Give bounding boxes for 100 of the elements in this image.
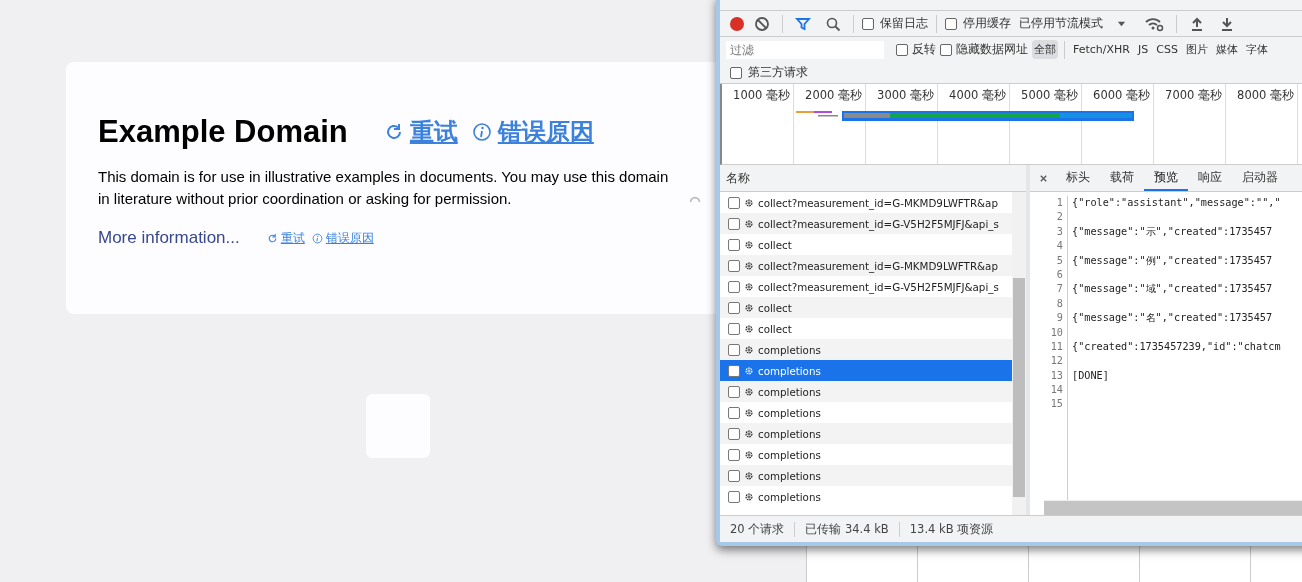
- scrollbar[interactable]: [1012, 192, 1026, 515]
- time-tick-label: 7000 毫秒: [1165, 88, 1222, 102]
- scrollbar[interactable]: [1044, 500, 1302, 515]
- request-row[interactable]: completions: [720, 360, 1012, 381]
- gear-icon: [744, 260, 754, 271]
- type-filter-button[interactable]: 媒体: [1213, 40, 1240, 59]
- request-name: collect?measurement_id=G-MKMD9LWFTR&ap: [758, 259, 998, 272]
- gear-icon: [744, 428, 754, 439]
- caret-icon[interactable]: [1117, 19, 1126, 28]
- time-tick-label: 2000 毫秒: [805, 88, 862, 102]
- checkbox[interactable]: [728, 196, 740, 209]
- checkbox[interactable]: [728, 448, 740, 461]
- type-filter-button[interactable]: 全部: [1032, 40, 1058, 59]
- code-line: {"message":"例","created":1735457: [1072, 254, 1273, 266]
- gear-icon: [744, 386, 754, 397]
- type-filter-button[interactable]: 字体: [1243, 40, 1270, 59]
- request-name: collect?measurement_id=G-V5H2F5MJFJ&api_s: [758, 217, 999, 230]
- gear-icon: [744, 470, 754, 481]
- request-row[interactable]: collect?measurement_id=G-V5H2F5MJFJ&api_s: [720, 213, 1012, 234]
- line-number: 15: [1049, 397, 1063, 412]
- checkbox[interactable]: [940, 43, 952, 56]
- request-name: completions: [758, 385, 821, 398]
- type-filter-button[interactable]: Fetch/XHR: [1071, 41, 1132, 58]
- checkbox[interactable]: [728, 322, 740, 335]
- line-number: 10: [1049, 325, 1063, 340]
- request-row[interactable]: completions: [720, 339, 1012, 360]
- column-header[interactable]: 名称: [720, 165, 1026, 192]
- checkbox[interactable]: [730, 66, 742, 79]
- detail-tab[interactable]: 标头: [1056, 165, 1100, 191]
- search-icon[interactable]: [825, 15, 841, 32]
- status-text: 已传输 34.4 kB: [794, 521, 899, 537]
- code-line: {"message":"域","created":1735457: [1072, 283, 1273, 295]
- gear-icon: [744, 281, 754, 292]
- checkbox[interactable]: [945, 17, 957, 30]
- line-number: 5: [1055, 253, 1063, 268]
- detail-tab[interactable]: 载荷: [1100, 165, 1144, 191]
- type-filter-button[interactable]: 图片: [1183, 40, 1210, 59]
- checkbox[interactable]: [728, 490, 740, 503]
- description-paragraph: This domain is for use in illustrative examples in documents. You may use this domain in literature without prior coordination or asking for permission.: [98, 167, 670, 209]
- info-icon: [471, 122, 492, 142]
- type-filter-button[interactable]: CSS: [1154, 41, 1180, 58]
- request-name: completions: [758, 490, 821, 503]
- error-reason-link[interactable]: 错误原因: [497, 116, 594, 148]
- request-row[interactable]: completions: [720, 381, 1012, 402]
- checkbox[interactable]: [728, 259, 740, 272]
- download-icon[interactable]: [1219, 15, 1235, 32]
- request-name: completions: [758, 364, 821, 377]
- time-tick-label: 4000 毫秒: [949, 88, 1006, 102]
- checkbox[interactable]: [728, 301, 740, 314]
- upload-icon[interactable]: [1189, 15, 1205, 32]
- type-filter-button[interactable]: JS: [1136, 41, 1151, 58]
- request-name: collect: [758, 301, 792, 314]
- checkbox[interactable]: [728, 385, 740, 398]
- gear-icon: [744, 239, 754, 250]
- retry-link[interactable]: 重试: [280, 229, 305, 247]
- request-row[interactable]: collect?measurement_id=G-MKMD9LWFTR&ap: [720, 255, 1012, 276]
- checkbox[interactable]: [862, 17, 874, 30]
- line-number: 8: [1055, 296, 1063, 311]
- checkbox[interactable]: [728, 238, 740, 251]
- filter-icon[interactable]: [795, 15, 811, 32]
- retry-link[interactable]: 重试: [409, 116, 458, 148]
- filter-field[interactable]: 过滤: [726, 40, 884, 59]
- code-line: {"created":1735457239,"id":"chatcm: [1072, 340, 1281, 352]
- checkbox[interactable]: [728, 427, 740, 440]
- error-reason-link[interactable]: 错误原因: [325, 229, 374, 247]
- wifi-settings-icon[interactable]: [1144, 15, 1164, 32]
- gear-icon: [744, 365, 754, 376]
- request-row[interactable]: collect: [720, 297, 1012, 318]
- time-tick-label: 6000 毫秒: [1093, 88, 1150, 102]
- request-name: completions: [758, 343, 821, 356]
- request-row[interactable]: completions: [720, 465, 1012, 486]
- checkbox-label: 反转: [912, 41, 936, 58]
- detail-tab[interactable]: 预览: [1144, 165, 1188, 191]
- gear-icon: [744, 218, 754, 229]
- gear-icon: [744, 491, 754, 502]
- clear-icon[interactable]: [754, 15, 770, 32]
- checkbox[interactable]: [896, 43, 908, 56]
- request-row[interactable]: completions: [720, 423, 1012, 444]
- more-information-link[interactable]: More information...: [98, 228, 240, 248]
- request-name: collect?measurement_id=G-MKMD9LWFTR&ap: [758, 196, 998, 209]
- checkbox[interactable]: [728, 217, 740, 230]
- gear-icon: [744, 197, 754, 208]
- time-tick-label: 8000 毫秒: [1237, 88, 1294, 102]
- checkbox[interactable]: [728, 469, 740, 482]
- status-text: 13.4 kB 项资源: [898, 521, 1004, 537]
- request-name: completions: [758, 469, 821, 482]
- detail-tab[interactable]: 启动器: [1232, 165, 1288, 191]
- checkbox[interactable]: [728, 343, 740, 356]
- line-number: 1: [1055, 196, 1063, 210]
- checkbox[interactable]: [728, 406, 740, 419]
- detail-tab[interactable]: 响应: [1188, 165, 1232, 191]
- checkbox[interactable]: [728, 364, 740, 377]
- scrollbar-thumb[interactable]: [1013, 278, 1025, 497]
- record-button[interactable]: [730, 16, 744, 31]
- line-number: 6: [1055, 267, 1063, 282]
- code-line: {"role":"assistant","message":"",": [1072, 197, 1281, 208]
- checkbox[interactable]: [728, 280, 740, 293]
- checkbox-label: 停用缓存: [963, 15, 1011, 32]
- throttle-dropdown[interactable]: 已停用节流模式: [1019, 15, 1103, 32]
- line-number: 7: [1055, 282, 1063, 297]
